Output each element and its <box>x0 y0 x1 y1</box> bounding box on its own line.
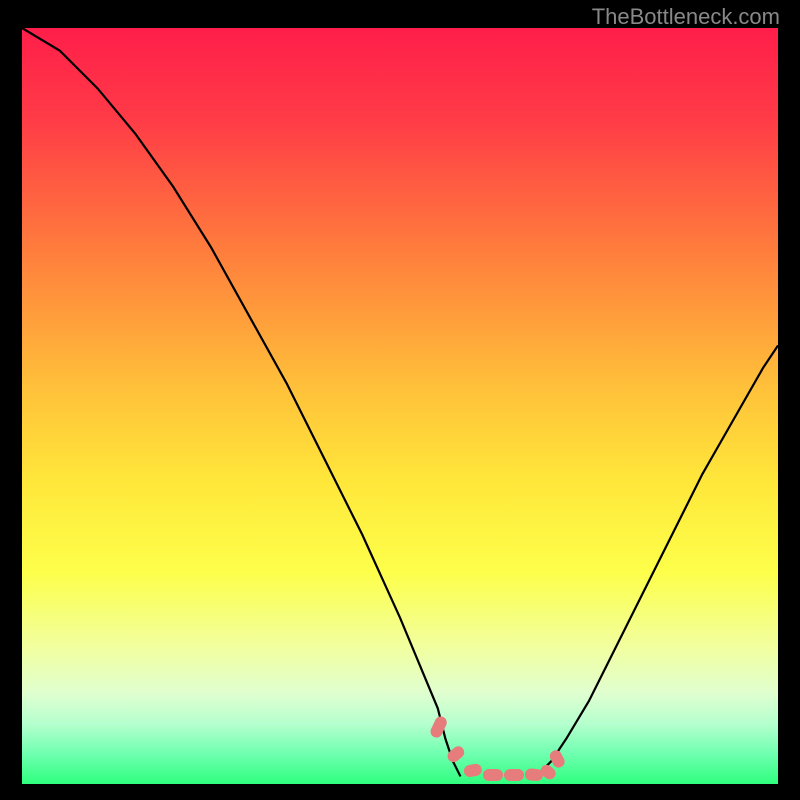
curve-layer <box>22 28 778 784</box>
plateau-dash <box>483 769 503 781</box>
chart-container: TheBottleneck.com <box>0 0 800 800</box>
plot-area <box>22 28 778 784</box>
right-branch-curve <box>536 346 778 777</box>
left-branch-curve <box>22 28 460 776</box>
watermark-label: TheBottleneck.com <box>592 4 780 30</box>
plateau-dash <box>504 769 524 781</box>
